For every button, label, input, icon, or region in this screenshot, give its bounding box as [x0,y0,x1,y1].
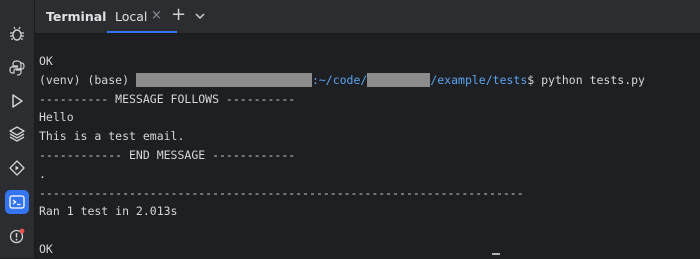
output-line: ---------- MESSAGE FOLLOWS ---------- [39,91,296,106]
separator-line: ----------------------------------------… [39,185,524,200]
tab-label: Local [115,9,148,24]
prompt-path-tail: /example/tests [430,72,528,87]
prompt-prefix: (venv) (base) [39,72,136,87]
debug-button[interactable] [5,22,29,46]
output-line: OK [39,54,53,68]
prompt-path: :~/code/ [311,72,368,87]
output-line: Ran 1 test in 2.013s [39,204,178,219]
tab-local[interactable]: Local × [107,0,177,33]
layers-icon [9,126,25,142]
new-tab-button[interactable]: + [171,4,186,25]
problems-icon [9,228,25,244]
redacted-hostname [135,73,312,88]
output-line: . [39,166,46,181]
services-icon [9,160,25,176]
layers-button[interactable] [5,122,29,146]
terminal-output[interactable]: OK (venv) (base) :~/code/ /example/tests$… [39,52,700,259]
terminal-button[interactable] [5,190,29,214]
python-console-button[interactable] [5,56,29,80]
run-button[interactable] [5,89,29,113]
prompt-command: $ python tests.py [527,72,645,87]
output-line: This is a test email. [39,129,185,144]
terminal-header: Terminal Local × + [35,0,700,34]
tool-window-sidebar [0,0,35,258]
output-line: OK [39,241,53,256]
terminal-icon [9,195,25,209]
problems-button[interactable] [5,224,29,248]
output-line: ------------ END MESSAGE ------------ [39,147,296,162]
tool-window-title: Terminal [46,9,107,24]
close-icon[interactable]: × [151,8,162,23]
run-icon [12,94,23,108]
active-tab-indicator [107,31,177,33]
prompt-line: (venv) (base) :~/code/ /example/tests$ py… [39,71,700,90]
chevron-down-icon[interactable] [193,9,207,23]
python-icon [9,60,25,76]
redacted-folder [367,73,431,88]
services-button[interactable] [5,156,29,180]
terminal-cursor [492,253,500,255]
output-line: Hello [39,110,74,125]
bug-icon [10,26,24,41]
